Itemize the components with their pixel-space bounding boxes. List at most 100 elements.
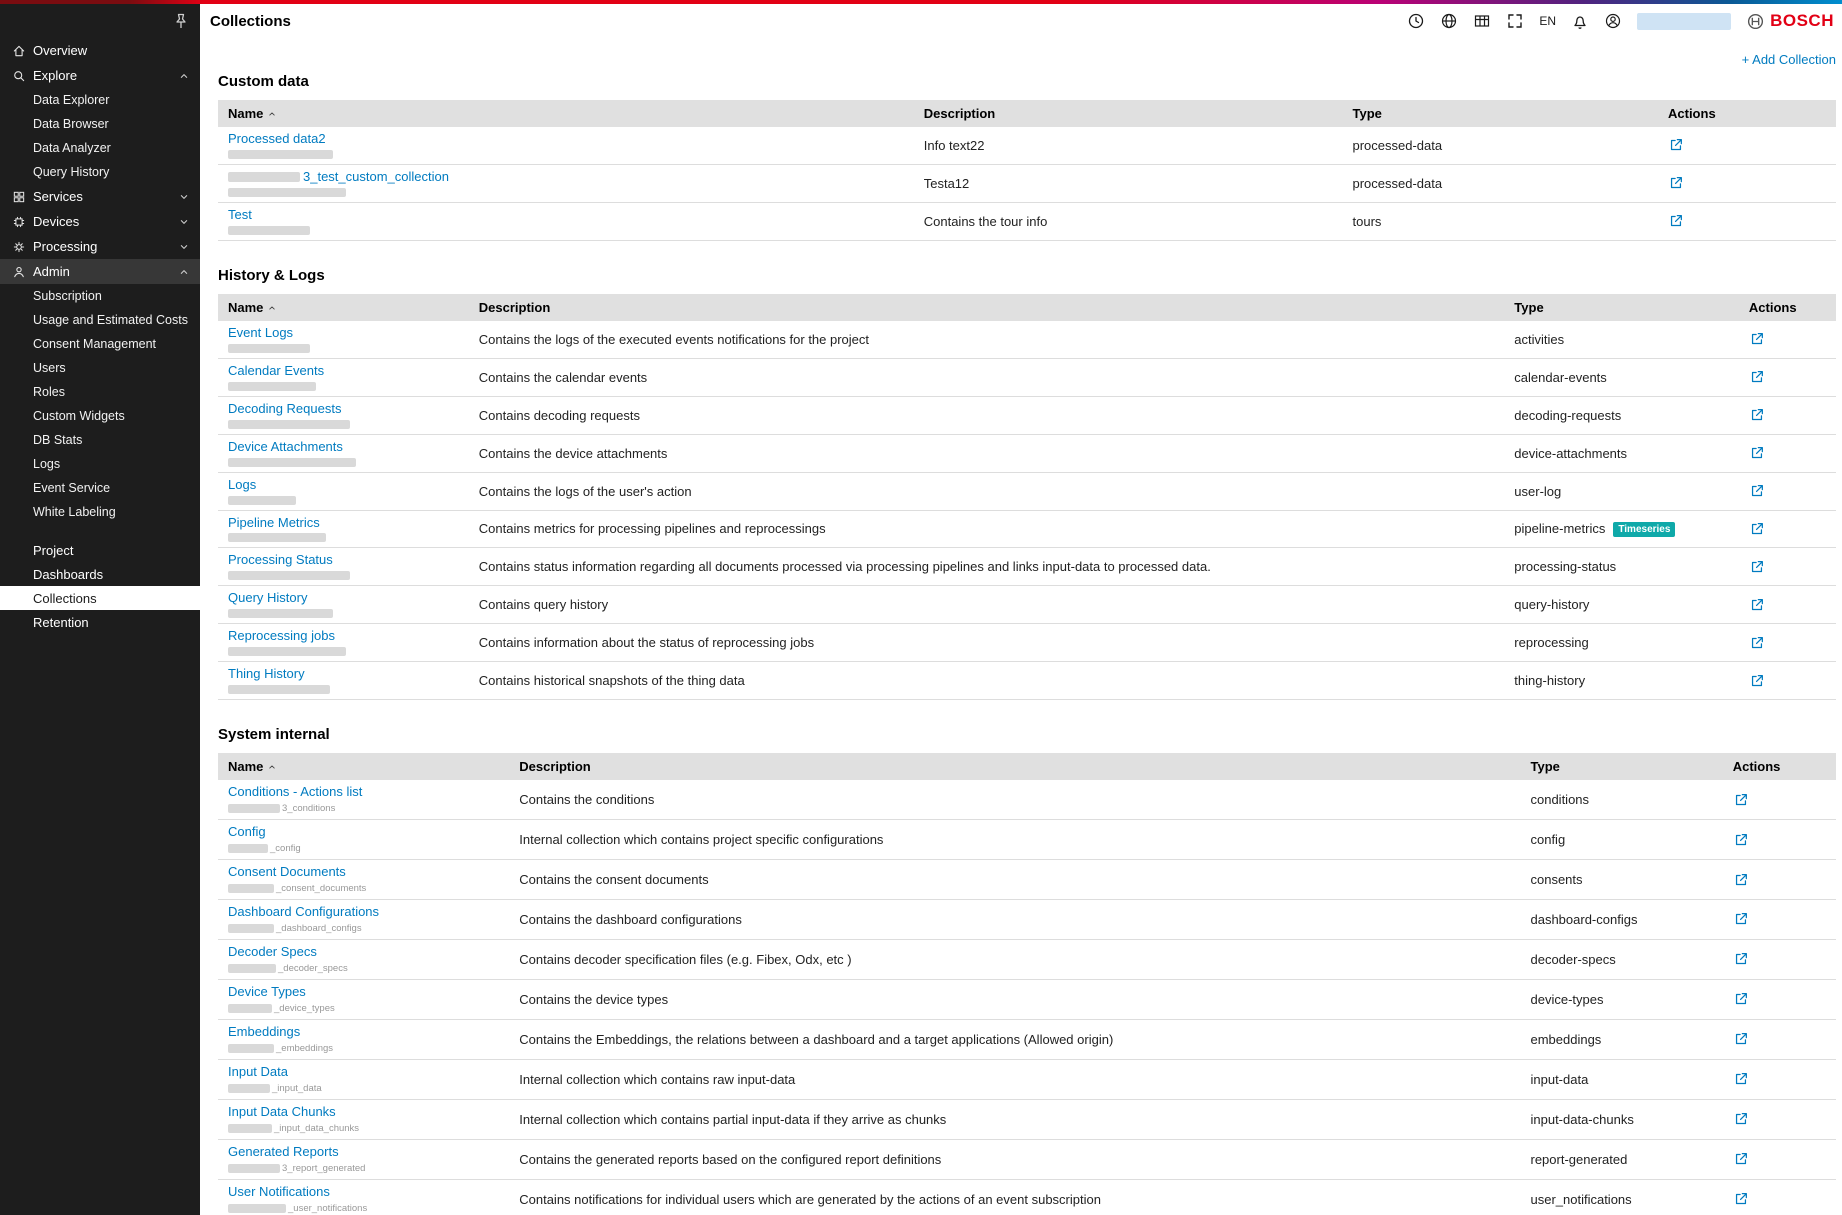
export-button[interactable] [1733,872,1749,888]
export-button[interactable] [1668,213,1684,229]
export-button[interactable] [1733,1111,1749,1127]
grid-view-button[interactable] [1473,12,1491,30]
export-button[interactable] [1749,673,1765,689]
export-button[interactable] [1749,483,1765,499]
export-button[interactable] [1733,832,1749,848]
export-button[interactable] [1749,635,1765,651]
collection-link[interactable]: Query History [228,591,307,606]
export-button[interactable] [1733,911,1749,927]
sidebar-item-label: Overview [33,43,87,58]
table-row: Device Attachments Contains the device a… [218,434,1836,472]
account-button[interactable] [1604,12,1622,30]
sidebar-item-devices[interactable]: Devices [0,209,200,234]
sidebar-item-collections[interactable]: Collections [0,586,200,610]
sidebar-item-consent-management[interactable]: Consent Management [0,332,200,356]
export-button[interactable] [1749,521,1765,537]
sidebar-item-retention[interactable]: Retention [0,610,200,634]
table-row: Config _config Internal collection which… [218,820,1836,860]
column-header-type: Type [1504,294,1739,321]
collection-link[interactable]: Consent Documents [228,865,346,880]
sidebar-item-data-explorer[interactable]: Data Explorer [0,88,200,112]
sidebar-item-custom-widgets[interactable]: Custom Widgets [0,404,200,428]
collection-link[interactable]: Event Logs [228,326,293,341]
redacted-text [228,172,300,182]
column-header-actions: Actions [1658,100,1836,127]
collection-link[interactable]: Embeddings [228,1025,300,1040]
collection-link[interactable]: Decoder Specs [228,945,317,960]
sidebar-item-roles[interactable]: Roles [0,380,200,404]
sidebar-item-explore[interactable]: Explore [0,63,200,88]
sidebar-item-processing[interactable]: Processing [0,234,200,259]
export-button[interactable] [1733,1031,1749,1047]
export-button[interactable] [1749,445,1765,461]
collection-link[interactable]: Input Data [228,1065,288,1080]
collection-link[interactable]: Processing Status [228,553,333,568]
collection-link[interactable]: Processed data2 [228,132,326,147]
sidebar-item-services[interactable]: Services [0,184,200,209]
export-button[interactable] [1733,991,1749,1007]
export-button[interactable] [1749,407,1765,423]
sidebar-item-query-history[interactable]: Query History [0,160,200,184]
export-button[interactable] [1733,1191,1749,1207]
collection-link[interactable]: Pipeline Metrics [228,516,320,531]
collection-link[interactable]: Logs [228,478,256,493]
collection-link[interactable]: Conditions - Actions list [228,785,362,800]
collection-description: Contains the dashboard configurations [509,900,1520,940]
sidebar-item-project[interactable]: Project [0,538,200,562]
redacted-text [228,844,268,853]
sidebar-item-subscription[interactable]: Subscription [0,284,200,308]
column-header-name[interactable]: Name [218,753,509,780]
table-row: Test Contains the tour info tours [218,202,1836,240]
collection-link[interactable]: Thing History [228,667,305,682]
export-button[interactable] [1733,792,1749,808]
collection-link[interactable]: Test [228,208,252,223]
sidebar-item-db-stats[interactable]: DB Stats [0,428,200,452]
collection-type: tours [1343,202,1659,240]
sidebar-item-usage-and-estimated-costs[interactable]: Usage and Estimated Costs [0,308,200,332]
notifications-button[interactable] [1571,12,1589,30]
column-header-name[interactable]: Name [218,294,469,321]
export-button[interactable] [1749,331,1765,347]
export-button[interactable] [1668,137,1684,153]
collection-link[interactable]: Config [228,825,266,840]
collection-link[interactable]: Input Data Chunks [228,1105,336,1120]
export-button[interactable] [1733,951,1749,967]
sidebar-item-overview[interactable]: Overview [0,38,200,63]
column-header-name[interactable]: Name [218,100,914,127]
sidebar-item-logs[interactable]: Logs [0,452,200,476]
chevron-up-icon [178,266,190,278]
sidebar-item-dashboards[interactable]: Dashboards [0,562,200,586]
add-collection-link[interactable]: + Add Collection [1742,52,1836,67]
collections-table: Name Description Type Actions Processed … [218,100,1836,241]
collection-link[interactable]: Dashboard Configurations [228,905,379,920]
fullscreen-button[interactable] [1506,12,1524,30]
sidebar-item-white-labeling[interactable]: White Labeling [0,500,200,524]
pin-sidebar-button[interactable] [172,12,190,30]
history-button[interactable] [1407,12,1425,30]
collection-link[interactable]: Generated Reports [228,1145,339,1160]
globe-button[interactable] [1440,12,1458,30]
export-button[interactable] [1733,1151,1749,1167]
export-button[interactable] [1733,1071,1749,1087]
collection-type: activities [1504,321,1739,358]
collection-link[interactable]: Device Attachments [228,440,343,455]
section-title: History & Logs [218,267,1836,284]
account-icon [1604,12,1622,30]
sidebar-item-data-browser[interactable]: Data Browser [0,112,200,136]
sidebar-item-users[interactable]: Users [0,356,200,380]
collection-link[interactable]: 3_test_custom_collection [303,170,449,185]
export-button[interactable] [1749,559,1765,575]
collection-link[interactable]: Calendar Events [228,364,324,379]
export-button[interactable] [1749,369,1765,385]
export-button[interactable] [1668,175,1684,191]
export-button[interactable] [1749,597,1765,613]
language-selector[interactable]: EN [1539,14,1556,28]
collection-link[interactable]: User Notifications [228,1185,330,1200]
collection-link[interactable]: Decoding Requests [228,402,341,417]
sidebar-item-data-analyzer[interactable]: Data Analyzer [0,136,200,160]
collection-link[interactable]: Reprocessing jobs [228,629,335,644]
collection-link[interactable]: Device Types [228,985,306,1000]
sidebar-item-event-service[interactable]: Event Service [0,476,200,500]
services-icon [12,190,26,204]
sidebar-item-admin[interactable]: Admin [0,259,200,284]
